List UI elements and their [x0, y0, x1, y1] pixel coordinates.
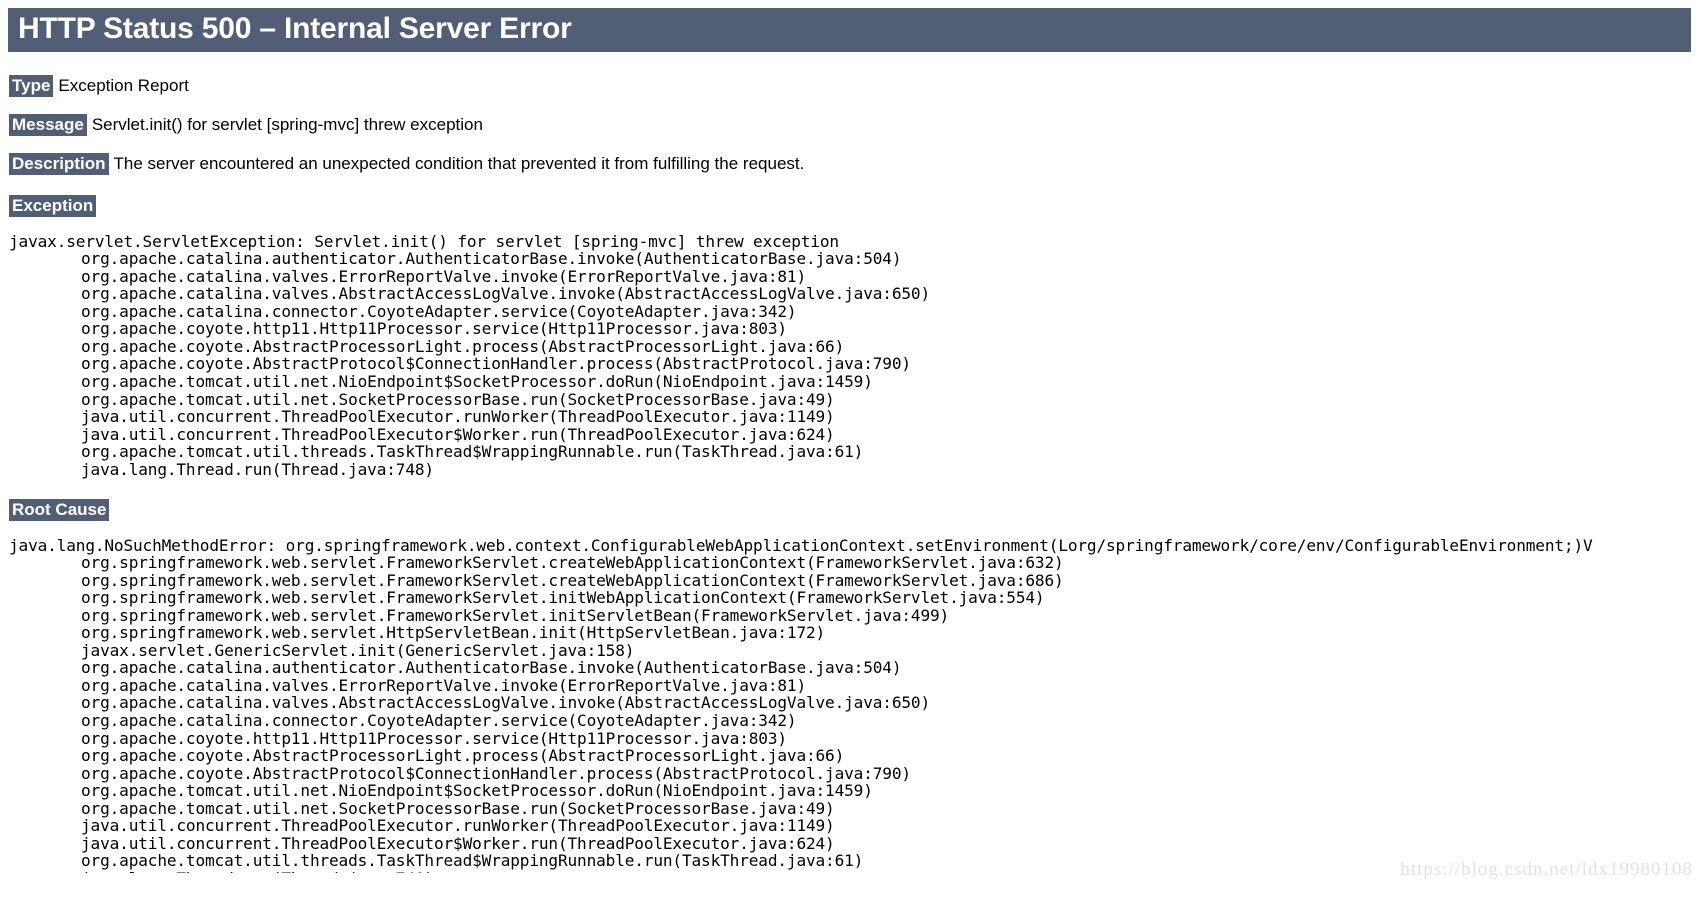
stack-frame: org.apache.coyote.AbstractProtocol$Conne…	[81, 354, 911, 374]
meta-message-value: Servlet.init() for servlet [spring-mvc] …	[91, 114, 483, 134]
stack-frame: org.apache.catalina.valves.AbstractAcces…	[81, 693, 930, 713]
meta-type-value: Exception Report	[58, 75, 189, 95]
exception-stack-trace: javax.servlet.ServletException: Servlet.…	[9, 233, 1699, 479]
exception-header-line: javax.servlet.ServletException: Servlet.…	[9, 231, 839, 251]
stack-frame: org.springframework.web.servlet.Framewor…	[81, 605, 950, 625]
stack-frame: org.springframework.web.servlet.Framewor…	[81, 588, 1045, 608]
stack-frame: org.apache.coyote.AbstractProcessorLight…	[81, 336, 845, 356]
stack-frame: org.apache.catalina.valves.ErrorReportVa…	[81, 266, 806, 286]
stack-frame: org.springframework.web.servlet.Framewor…	[81, 570, 1064, 590]
stack-frame: java.util.concurrent.ThreadPoolExecutor$…	[81, 424, 835, 444]
meta-description-value: The server encountered an unexpected con…	[113, 154, 805, 174]
stack-frame: org.apache.tomcat.util.net.NioEndpoint$S…	[81, 781, 873, 801]
meta-description-row: Description The server encountered an une…	[9, 153, 1699, 176]
stack-frame: org.apache.coyote.AbstractProcessorLight…	[81, 746, 845, 766]
stack-frame: org.apache.catalina.connector.CoyoteAdap…	[81, 710, 797, 730]
stack-frame: org.springframework.web.servlet.HttpServ…	[81, 623, 826, 643]
stack-frame: org.apache.tomcat.util.threads.TaskThrea…	[81, 442, 864, 462]
root-cause-stack-trace: java.lang.NoSuchMethodError: org.springf…	[9, 535, 1699, 888]
stack-frame: org.apache.tomcat.util.net.NioEndpoint$S…	[81, 371, 873, 391]
stack-frame: java.util.concurrent.ThreadPoolExecutor.…	[81, 816, 835, 836]
stack-frame: java.util.concurrent.ThreadPoolExecutor.…	[81, 407, 835, 427]
stack-frame: org.apache.catalina.connector.CoyoteAdap…	[81, 301, 797, 321]
stack-frame: org.apache.catalina.authenticator.Authen…	[81, 249, 902, 269]
meta-type-label: Type	[9, 74, 54, 97]
meta-description-label: Description	[9, 153, 109, 176]
stack-frame: org.springframework.web.servlet.Framewor…	[81, 553, 1064, 573]
stack-frame: org.apache.tomcat.util.net.SocketProcess…	[81, 798, 835, 818]
root-cause-heading-label: Root Cause	[9, 499, 110, 522]
meta-type-row: Type Exception Report	[9, 74, 1699, 97]
stack-frame: org.apache.coyote.AbstractProtocol$Conne…	[81, 763, 911, 783]
meta-message-row: Message Servlet.init() for servlet [sprin…	[9, 113, 1699, 136]
stack-frame: java.util.concurrent.ThreadPoolExecutor$…	[81, 833, 835, 853]
root-cause-section-heading: Root Cause	[9, 499, 1699, 522]
page-title: HTTP Status 500 – Internal Server Error	[8, 8, 1691, 52]
root-cause-header-line: java.lang.NoSuchMethodError: org.springf…	[9, 535, 1593, 555]
stack-frame: org.apache.catalina.valves.AbstractAcces…	[81, 284, 930, 304]
stack-frame: org.apache.coyote.http11.Http11Processor…	[81, 319, 787, 339]
meta-message-label: Message	[9, 113, 87, 136]
stack-frame: org.apache.catalina.authenticator.Authen…	[81, 658, 902, 678]
exception-heading-label: Exception	[9, 195, 97, 218]
stack-frame: org.apache.tomcat.util.net.SocketProcess…	[81, 389, 835, 409]
exception-section-heading: Exception	[9, 195, 1699, 218]
stack-frame: org.apache.catalina.valves.ErrorReportVa…	[81, 675, 806, 695]
stack-frame: org.apache.coyote.http11.Http11Processor…	[81, 728, 787, 748]
watermark: https://blog.csdn.net/ldx19980108	[1400, 859, 1693, 880]
stack-frame: javax.servlet.GenericServlet.init(Generi…	[81, 640, 635, 660]
stack-frame: java.lang.Thread.run(Thread.java:748)	[81, 459, 434, 479]
error-page: HTTP Status 500 – Internal Server Error …	[0, 8, 1699, 897]
